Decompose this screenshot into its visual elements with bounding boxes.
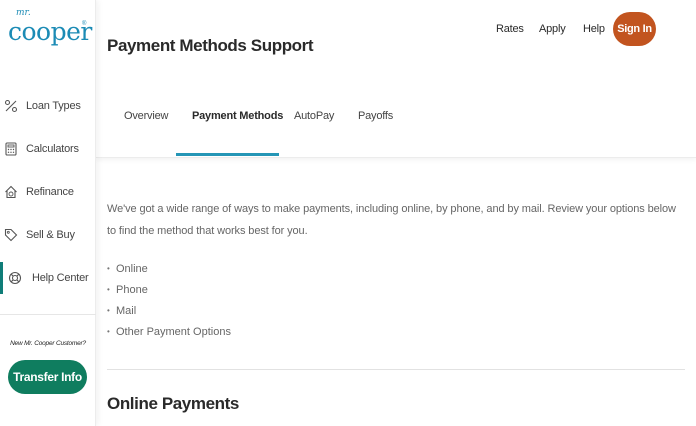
sidebar: mr. cooper ® Loan Types Calculators Refi… bbox=[0, 0, 96, 426]
sidebar-item-label: Help Center bbox=[32, 271, 89, 284]
list-item[interactable]: • Online bbox=[107, 258, 231, 279]
rates-link[interactable]: Rates bbox=[496, 23, 524, 35]
sidebar-item-label: Sell & Buy bbox=[26, 228, 75, 241]
logo-cooper-text: cooper bbox=[8, 17, 92, 46]
apply-link[interactable]: Apply bbox=[539, 23, 566, 35]
option-mail-link[interactable]: Mail bbox=[116, 305, 136, 317]
help-link[interactable]: Help bbox=[583, 23, 605, 35]
list-item[interactable]: • Other Payment Options bbox=[107, 321, 231, 342]
tab-autopay[interactable]: AutoPay bbox=[294, 110, 334, 122]
sidebar-item-calculators[interactable]: Calculators bbox=[0, 127, 96, 170]
bullet-icon: • bbox=[107, 306, 110, 315]
sidebar-item-sell-buy[interactable]: Sell & Buy bbox=[0, 213, 96, 256]
intro-paragraph: We've got a wide range of ways to make p… bbox=[107, 203, 676, 237]
page-title: Payment Methods Support bbox=[107, 36, 314, 55]
sidebar-item-help-center[interactable]: Help Center bbox=[0, 256, 96, 299]
sidebar-nav: Loan Types Calculators Refinance Sell & … bbox=[0, 84, 96, 299]
sidebar-item-label: Loan Types bbox=[26, 99, 81, 112]
percent-tag-icon bbox=[4, 99, 18, 113]
sidebar-item-label: Refinance bbox=[26, 185, 74, 198]
list-item[interactable]: • Phone bbox=[107, 279, 231, 300]
section-divider bbox=[107, 369, 685, 370]
bullet-icon: • bbox=[107, 285, 110, 294]
tab-payoffs[interactable]: Payoffs bbox=[358, 110, 393, 122]
bullet-icon: • bbox=[107, 327, 110, 336]
list-item[interactable]: • Mail bbox=[107, 300, 231, 321]
price-tag-icon bbox=[4, 228, 18, 242]
active-tab-indicator bbox=[176, 153, 279, 156]
transfer-info-button[interactable]: Transfer Info bbox=[8, 360, 87, 394]
tab-overview[interactable]: Overview bbox=[124, 110, 168, 122]
new-customer-text: New Mr. Cooper Customer? bbox=[10, 340, 86, 347]
bullet-icon: • bbox=[107, 264, 110, 273]
lifebuoy-icon bbox=[8, 271, 22, 285]
sidebar-item-refinance[interactable]: Refinance bbox=[0, 170, 96, 213]
sidebar-divider bbox=[0, 314, 96, 315]
payment-options-list: • Online • Phone • Mail • Other Payment Opti… bbox=[107, 258, 231, 342]
house-dollar-icon bbox=[4, 185, 18, 199]
option-phone-link[interactable]: Phone bbox=[116, 284, 148, 296]
option-online-link[interactable]: Online bbox=[116, 263, 148, 275]
mr-cooper-logo[interactable]: mr. cooper ® bbox=[8, 8, 92, 52]
sidebar-item-label: Calculators bbox=[26, 142, 79, 155]
tab-payment-methods[interactable]: Payment Methods bbox=[192, 110, 283, 122]
online-payments-heading: Online Payments bbox=[107, 394, 239, 413]
sidebar-item-loan-types[interactable]: Loan Types bbox=[0, 84, 96, 127]
option-other-link[interactable]: Other Payment Options bbox=[116, 326, 231, 338]
calculator-icon bbox=[4, 141, 18, 156]
tabs-bar: Overview Payment Methods AutoPay Payoffs bbox=[96, 78, 696, 158]
logo-registered-mark: ® bbox=[82, 21, 87, 27]
sign-in-button[interactable]: Sign In bbox=[613, 12, 656, 46]
